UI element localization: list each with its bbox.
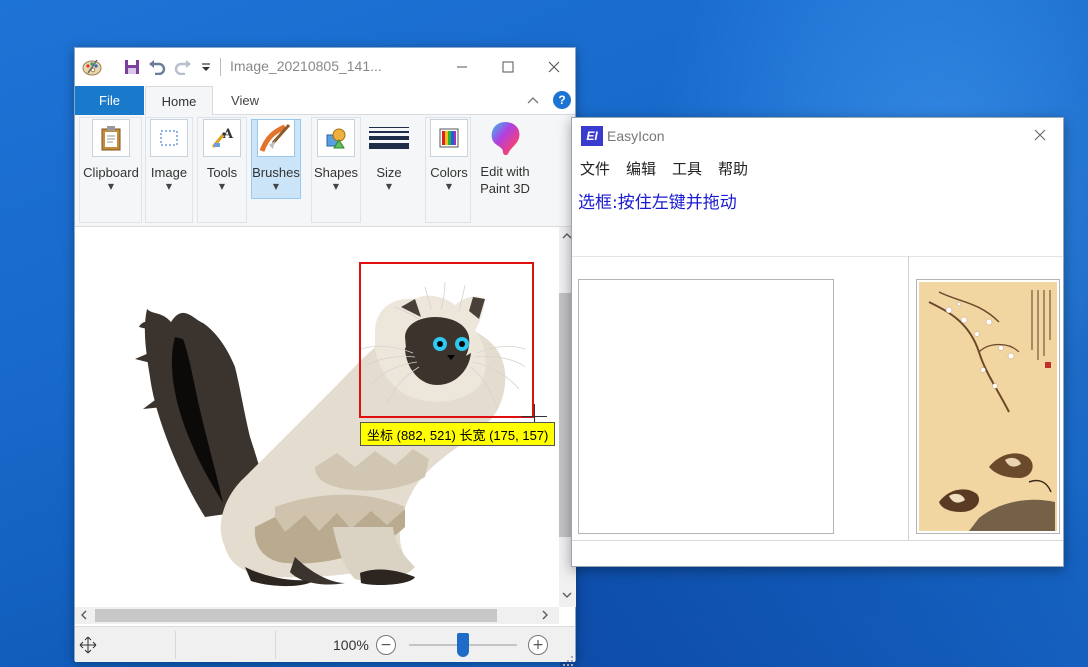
- easyicon-vertical-separator: [908, 256, 909, 540]
- ribbon-tabs: File Home View ?: [75, 85, 575, 116]
- image-thumbnail[interactable]: [916, 279, 1060, 534]
- tab-home[interactable]: Home: [145, 86, 213, 116]
- paint-palette-icon[interactable]: [81, 56, 103, 78]
- line-size-icon: [369, 119, 409, 157]
- image-label: Image: [150, 165, 188, 180]
- horizontal-scrollbar[interactable]: [75, 607, 559, 624]
- edit-with-paint3d-label: Edit with Paint 3D: [477, 163, 533, 197]
- chevron-down-icon: ▼: [272, 182, 280, 191]
- icon-preview-frame: [578, 279, 834, 534]
- close-icon[interactable]: [531, 48, 577, 85]
- paint3d-icon: [486, 119, 524, 157]
- scroll-right-icon[interactable]: [541, 610, 549, 623]
- collapse-ribbon-icon[interactable]: [527, 93, 539, 107]
- size-button[interactable]: Size ▼: [367, 119, 411, 191]
- tools-icon: A: [203, 119, 241, 157]
- menu-edit[interactable]: 编辑: [626, 158, 656, 179]
- status-bar: 100% − +: [75, 626, 575, 666]
- customize-quick-access-icon[interactable]: [195, 56, 217, 78]
- chevron-down-icon: ▼: [107, 182, 115, 191]
- shapes-label: Shapes: [313, 165, 359, 180]
- size-label: Size: [376, 165, 402, 180]
- menu-file[interactable]: 文件: [580, 158, 610, 179]
- minimize-icon[interactable]: [439, 48, 485, 85]
- close-icon[interactable]: [1034, 126, 1046, 145]
- brushes-button[interactable]: Brushes ▼: [252, 119, 300, 191]
- easyicon-title: EasyIcon: [607, 128, 665, 144]
- maximize-icon[interactable]: [485, 48, 531, 85]
- svg-text:A: A: [222, 127, 234, 142]
- chevron-down-icon: ▼: [218, 182, 226, 191]
- easyicon-status-text: 选框:按住左键并拖动: [578, 193, 737, 213]
- chevron-down-icon: ▼: [332, 182, 340, 191]
- tools-button[interactable]: A Tools ▼: [200, 119, 244, 191]
- tab-file[interactable]: File: [75, 86, 144, 115]
- horizontal-scroll-thumb[interactable]: [95, 609, 497, 622]
- redo-icon[interactable]: [172, 56, 194, 78]
- colors-button[interactable]: Colors ▼: [427, 119, 471, 191]
- easyicon-bottom-border: [572, 540, 1063, 541]
- chinese-painting-thumbnail: [919, 282, 1057, 531]
- tab-view[interactable]: View: [221, 86, 269, 115]
- zoom-in-button[interactable]: +: [528, 635, 548, 655]
- select-rectangle-icon: [150, 119, 188, 157]
- zoom-level: 100%: [333, 637, 369, 653]
- easyicon-divider: [572, 256, 1063, 257]
- chevron-down-icon: ▼: [385, 182, 393, 191]
- edit-with-label-line1: Edit with: [480, 164, 530, 179]
- clipboard-label: Clipboard: [83, 165, 139, 180]
- menu-tools[interactable]: 工具: [672, 158, 702, 179]
- edit-with-label-line2: Paint 3D: [480, 181, 530, 196]
- undo-icon[interactable]: [146, 56, 168, 78]
- help-icon[interactable]: ?: [553, 91, 571, 109]
- status-separator: [175, 631, 176, 659]
- paint-titlebar[interactable]: Image_20210805_141...: [75, 48, 575, 85]
- clipboard-button[interactable]: Clipboard ▼: [82, 119, 140, 191]
- zoom-slider-thumb[interactable]: [457, 633, 469, 657]
- colors-label: Colors: [430, 165, 468, 180]
- brushes-label: Brushes: [252, 165, 300, 180]
- move-icon: [79, 636, 97, 658]
- save-icon[interactable]: [121, 56, 143, 78]
- menu-help[interactable]: 帮助: [718, 158, 748, 179]
- zoom-out-button[interactable]: −: [376, 635, 396, 655]
- capture-selection-rectangle[interactable]: [359, 262, 534, 418]
- ribbon-home: Clipboard ▼ Image ▼ A Tools ▼ Brushes ▼ …: [75, 115, 575, 227]
- titlebar-separator: [220, 58, 221, 76]
- color-palette-icon: [430, 119, 468, 157]
- status-separator: [275, 631, 276, 659]
- tools-label: Tools: [206, 165, 238, 180]
- selection-coordinates-tooltip: 坐标 (882, 521) 长宽 (175, 157): [360, 422, 556, 446]
- resize-grip-icon[interactable]: [563, 651, 573, 666]
- scroll-down-icon[interactable]: [562, 589, 572, 602]
- easyicon-menubar: 文件 编辑 工具 帮助: [580, 158, 748, 179]
- shapes-icon: [317, 119, 355, 157]
- easyicon-window: EI EasyIcon 文件 编辑 工具 帮助 选框:按住左键并拖动: [571, 117, 1064, 567]
- chevron-down-icon: ▼: [445, 182, 453, 191]
- image-button[interactable]: Image ▼: [147, 119, 191, 191]
- brush-icon: [257, 119, 295, 157]
- scroll-left-icon[interactable]: [80, 610, 88, 623]
- chevron-down-icon: ▼: [165, 182, 173, 191]
- shapes-button[interactable]: Shapes ▼: [313, 119, 359, 191]
- clipboard-icon: [92, 119, 130, 157]
- edit-with-paint3d-button[interactable]: Edit with Paint 3D: [477, 119, 533, 197]
- easyicon-logo: EI: [581, 126, 603, 146]
- paint-window-title: Image_20210805_141...: [230, 58, 382, 74]
